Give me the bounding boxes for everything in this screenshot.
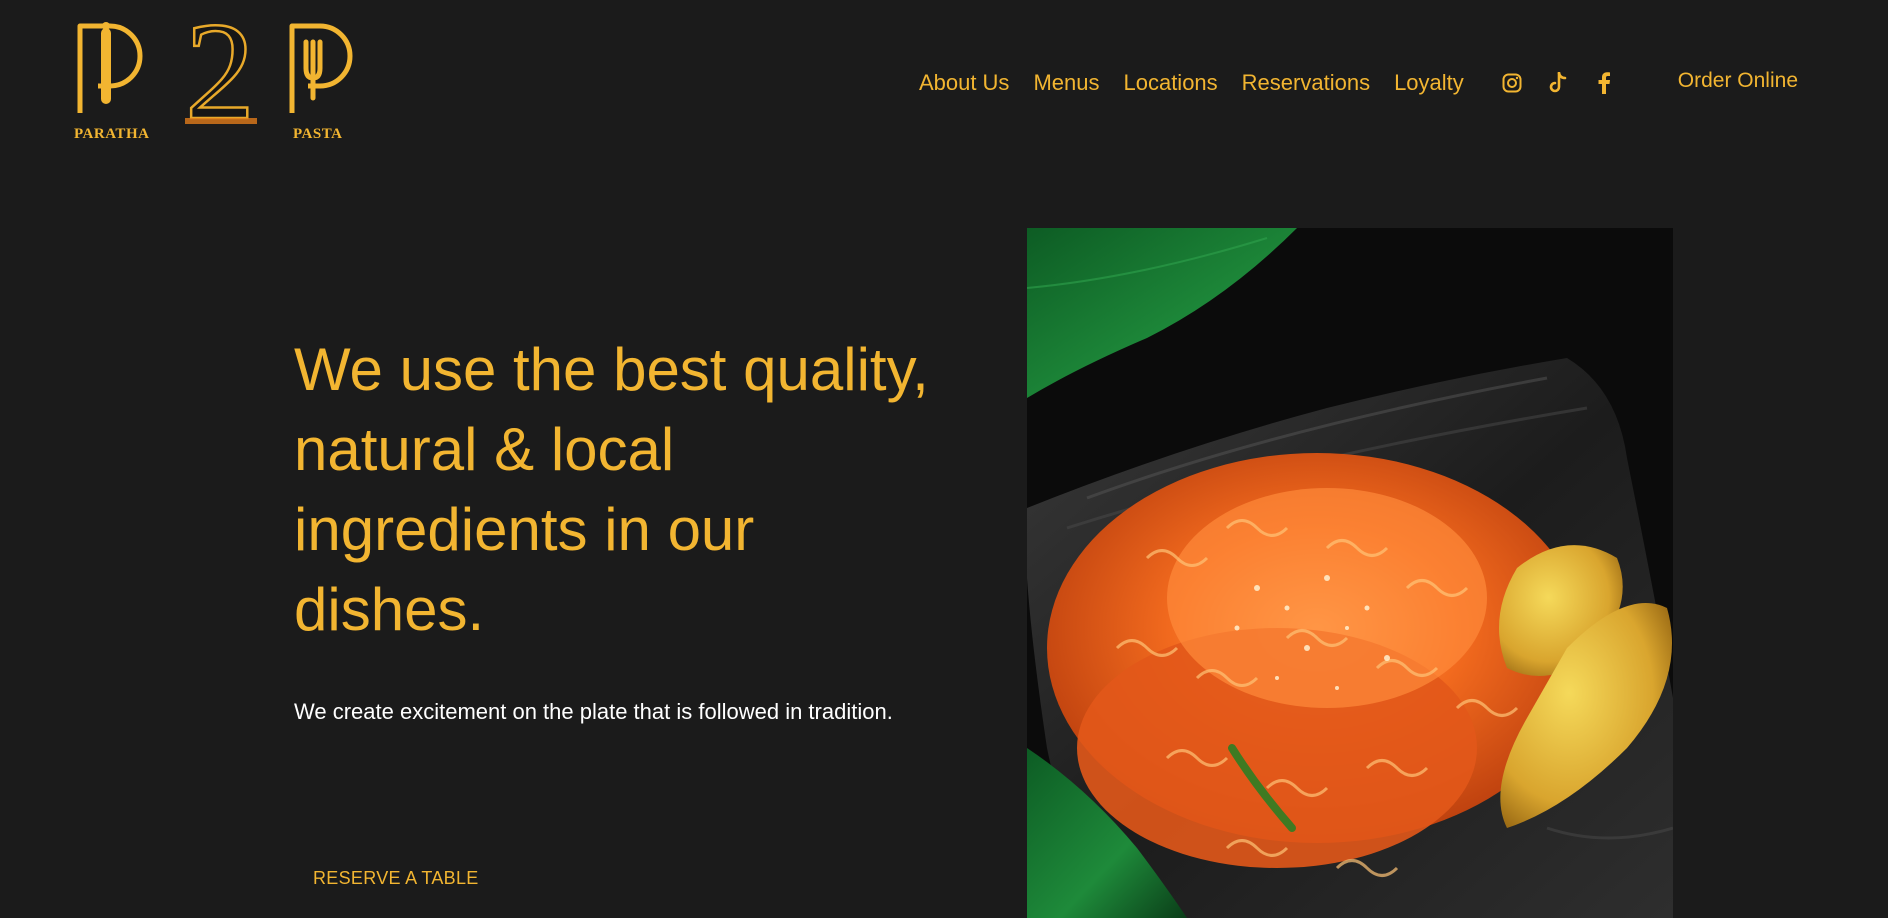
reserve-table-button[interactable]: RESERVE A TABLE — [313, 868, 479, 889]
main-nav: About Us Menus Locations Reservations Lo… — [895, 68, 1798, 98]
nav-menus[interactable]: Menus — [1033, 70, 1099, 96]
hero-subtitle: We create excitement on the plate that i… — [294, 699, 893, 724]
tiktok-icon[interactable] — [1546, 71, 1570, 95]
nav-loyalty[interactable]: Loyalty — [1394, 70, 1464, 96]
logo-word-pasta: PASTA — [293, 126, 343, 142]
nav-reservations[interactable]: Reservations — [1242, 70, 1370, 96]
nav-locations[interactable]: Locations — [1123, 70, 1217, 96]
instagram-icon[interactable] — [1500, 71, 1524, 95]
order-online-link[interactable]: Order Online — [1678, 69, 1798, 93]
hero-title: We use the best quality, natural & local… — [294, 336, 929, 643]
logo-word-paratha: PARATHA — [74, 126, 150, 142]
brand-logo[interactable]: 2 PARATHA PASTA — [70, 18, 380, 148]
nav-about-us[interactable]: About Us — [919, 70, 1010, 96]
svg-text:2: 2 — [185, 18, 255, 128]
social-links — [1500, 71, 1638, 95]
facebook-icon[interactable] — [1592, 71, 1616, 95]
pasta-dish-image — [1027, 228, 1673, 918]
logo-mark-icon: 2 — [77, 18, 353, 128]
